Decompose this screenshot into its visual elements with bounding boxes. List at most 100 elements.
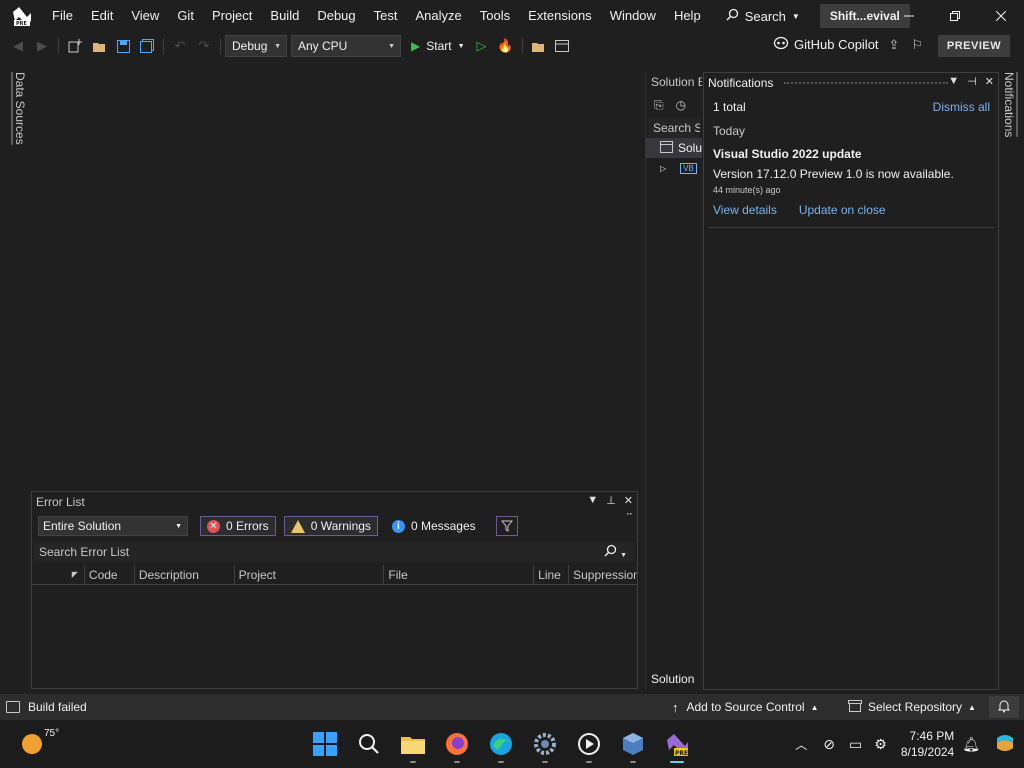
running-indicator [542,761,548,763]
folder-view-icon[interactable] [530,37,548,55]
dismiss-all-link[interactable]: Dismiss all [933,100,990,114]
editor-area[interactable] [26,60,643,490]
minimize-button[interactable] [886,0,932,32]
media-player-icon[interactable] [576,731,602,763]
visual-studio-preview-logo-icon[interactable]: PRE [11,5,33,27]
edge-browser-icon[interactable] [488,731,514,763]
show-hidden-icons-chevron-icon[interactable]: ︿ [795,736,807,753]
error-scope-dropdown[interactable]: Entire Solution ▼ [38,516,188,536]
pending-changes-icon[interactable]: ◷ [676,98,686,112]
virtualbox-icon[interactable] [620,731,646,763]
settings-gear-icon[interactable] [532,731,558,763]
undo-icon[interactable]: ↶ [171,37,189,55]
layout-icon[interactable] [554,37,572,55]
select-repository-button[interactable]: Select Repository ▲ [848,699,976,715]
menu-window[interactable]: Window [601,0,665,32]
close-icon[interactable]: ✕ [624,494,633,507]
column-description[interactable]: Description [133,564,234,585]
navigate-forward-icon[interactable]: ▶ [33,37,51,55]
column-code[interactable]: Code [83,564,134,585]
errors-filter-button[interactable]: ✕ 0 Errors [200,516,276,536]
notifications-tab[interactable]: Notifications [1002,72,1018,138]
solution-root-node[interactable]: Solu [646,138,702,158]
add-to-source-control-button[interactable]: ↑ Add to Source Control ▲ [672,700,819,715]
menu-view[interactable]: View [122,0,168,32]
restore-button[interactable] [932,0,978,32]
pin-icon[interactable]: ⊥ [606,494,616,507]
menu-file[interactable]: File [43,0,82,32]
search-placeholder: Search Error List [39,545,130,559]
save-icon[interactable] [114,37,132,55]
visual-studio-preview-icon[interactable]: PRE [664,731,690,763]
solution-explorer-tab[interactable]: Solution [651,672,694,686]
open-folder-icon[interactable] [90,37,108,55]
menu-edit[interactable]: Edit [82,0,122,32]
view-details-link[interactable]: View details [713,203,777,217]
accessibility-icon[interactable]: ⚙ [874,736,887,753]
warnings-filter-button[interactable]: 0 Warnings [283,516,378,536]
menu-debug[interactable]: Debug [308,0,364,32]
error-list-search-input[interactable]: Search Error List ▼ [34,542,635,562]
menu-git[interactable]: Git [168,0,203,32]
notifications-panel: Notifications ▼ ⊣ ✕ 1 total Dismiss all … [703,72,999,690]
save-all-icon[interactable] [138,37,156,55]
window-position-dropdown-icon[interactable]: ▼ [587,494,598,507]
start-without-debugging-icon[interactable]: ▷ [473,37,491,55]
menu-analyze[interactable]: Analyze [406,0,470,32]
github-copilot-button[interactable]: GitHub Copilot ⇪ ⚐ [773,36,923,53]
solution-platform-dropdown[interactable]: Any CPU ▼ [291,35,401,57]
firefox-icon[interactable] [444,731,470,763]
network-disconnected-icon[interactable]: ⊘ [823,736,835,753]
menu-build[interactable]: Build [261,0,308,32]
column-file[interactable]: File [383,564,533,585]
hot-reload-icon[interactable]: 🔥 [497,37,515,55]
menu-extensions[interactable]: Extensions [519,0,601,32]
menu-test[interactable]: Test [365,0,407,32]
notifications-bell-button[interactable] [989,696,1019,718]
search-icon[interactable] [356,731,382,757]
global-search-button[interactable]: Search ▼ [726,8,800,24]
display-icon[interactable]: ▭ [849,736,862,753]
project-node[interactable]: ▷ VB [646,158,702,178]
navigate-back-icon[interactable]: ◀ [9,37,27,55]
file-explorer-icon[interactable] [400,731,426,763]
search-icon[interactable]: ▼ [604,544,627,560]
feedback-icon[interactable]: ⚐ [911,37,923,53]
solution-explorer-title[interactable]: Solution E [646,72,702,92]
column-line[interactable]: Line [533,564,568,585]
weather-widget[interactable]: 75° [22,728,59,754]
copilot-taskbar-icon[interactable] [994,732,1016,757]
switch-views-icon[interactable]: ⎘ [654,98,664,113]
close-window-button[interactable] [978,0,1024,32]
start-debugging-button[interactable]: ▶ Start ▼ [411,39,465,53]
clock[interactable]: 7:46 PM 8/19/2024 [901,728,954,760]
column-suppression[interactable]: Suppression [568,564,637,585]
new-project-icon[interactable] [66,37,84,55]
preview-badge-button[interactable]: PREVIEW [938,35,1010,57]
expand-chevron-icon[interactable]: ▷ [660,164,666,173]
redo-icon[interactable]: ↷ [195,37,213,55]
messages-filter-button[interactable]: i 0 Messages [386,516,482,536]
menu-help[interactable]: Help [665,0,710,32]
menu-tools[interactable]: Tools [471,0,519,32]
build-status[interactable]: Build failed [6,700,87,714]
solution-configuration-dropdown[interactable]: Debug ▼ [225,35,287,57]
sort-icon[interactable]: ◤ [32,565,84,585]
configuration-value: Debug [232,39,268,53]
build-intellisense-filter-icon[interactable] [495,516,518,536]
solution-explorer-search-input[interactable]: Search So [648,118,700,138]
share-icon[interactable]: ⇪ [889,37,900,53]
column-project[interactable]: Project [233,564,384,585]
close-icon[interactable]: ✕ [985,75,994,88]
update-on-close-link[interactable]: Update on close [799,203,886,217]
auto-hide-pin-icon[interactable]: ⊣ [967,75,977,88]
chevron-down-icon: ▼ [274,42,281,50]
overflow-icon[interactable]: ⠉ [626,513,633,524]
notification-center-bell-icon[interactable]: 🔔︎ [962,736,980,753]
start-menu-windows-icon[interactable] [312,731,338,757]
drag-grip[interactable] [784,82,948,84]
data-sources-tab[interactable]: Data Sources [11,72,27,145]
windows-taskbar: 75° PRE ︿ ⊘ ▭ ⚙ 7:46 PM 8/19/2024 🔔︎ [0,720,1024,768]
window-position-dropdown-icon[interactable]: ▼ [948,75,959,88]
menu-project[interactable]: Project [203,0,261,32]
